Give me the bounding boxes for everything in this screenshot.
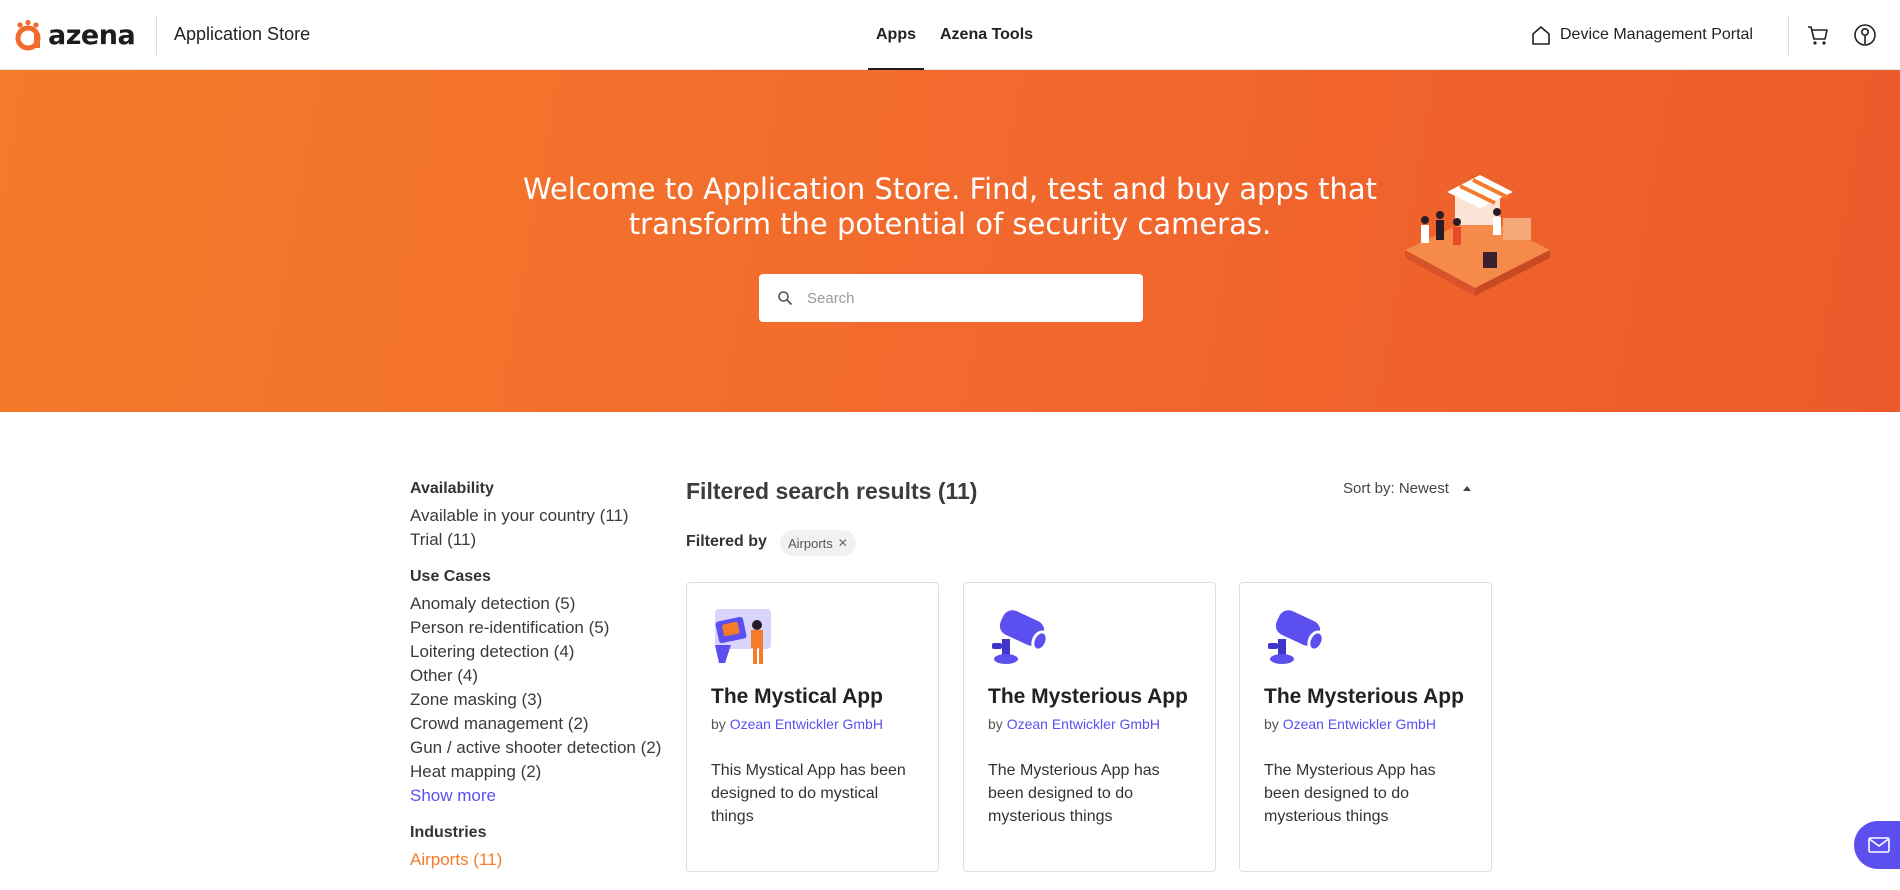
use-cases-heading: Use Cases (410, 568, 491, 585)
user-account-button[interactable] (1853, 23, 1877, 47)
app-title: The Mysterious App (988, 685, 1188, 708)
search-icon (778, 291, 793, 306)
filter-item[interactable]: Crowd management (2) (410, 712, 680, 736)
azena-logo[interactable]: azena (14, 18, 136, 52)
azena-logo-icon (15, 19, 41, 51)
by-label: by (711, 716, 726, 732)
filter-item[interactable]: Person re-identification (5) (410, 616, 680, 640)
app-developer: by Ozean Entwickler GmbH (988, 716, 1160, 732)
filter-item[interactable]: Gun / active shooter detection (2) (410, 736, 680, 760)
hero-banner: Welcome to Application Store. Find, test… (0, 70, 1900, 412)
tab-azena-tools[interactable]: Azena Tools (932, 0, 1041, 70)
app-card[interactable]: The Mystical App by Ozean Entwickler Gmb… (686, 582, 939, 872)
filter-item[interactable]: Trial (11) (410, 528, 680, 552)
hero-search-box[interactable] (759, 274, 1143, 322)
by-label: by (988, 716, 1003, 732)
marketplace-illustration (1405, 175, 1550, 296)
home-icon (1532, 26, 1550, 45)
close-icon[interactable]: ✕ (838, 536, 848, 550)
by-label: by (1264, 716, 1279, 732)
security-camera-icon (992, 610, 1049, 664)
app-card[interactable]: The Mysterious App by Ozean Entwickler G… (1239, 582, 1492, 872)
app-developer: by Ozean Entwickler GmbH (1264, 716, 1436, 732)
filter-item[interactable]: Zone masking (3) (410, 688, 680, 712)
app-title: Application Store (174, 24, 311, 44)
industries-filter-group: Industries Airports (11) (410, 824, 680, 872)
availability-filter-group: Availability Available in your country (… (410, 480, 680, 552)
sort-dropdown[interactable]: Sort by: Newest (1343, 480, 1471, 497)
top-header: azena Application Store Apps Azena Tools… (0, 0, 1900, 70)
filter-item-airports-selected[interactable]: Airports (11) (410, 848, 680, 872)
developer-link[interactable]: Ozean Entwickler GmbH (730, 716, 883, 732)
portal-label: Device Management Portal (1560, 26, 1753, 43)
app-title: The Mysterious App (1264, 685, 1464, 708)
app-description: This Mystical App has been designed to d… (711, 762, 906, 825)
filter-chip-label: Airports (788, 535, 833, 551)
security-camera-icon (1268, 610, 1325, 664)
filter-item[interactable]: Anomaly detection (5) (410, 592, 680, 616)
search-input[interactable] (807, 289, 1107, 307)
caret-up-icon (1462, 486, 1471, 491)
sort-label: Sort by: Newest (1343, 480, 1449, 497)
app-card[interactable]: The Mysterious App by Ozean Entwickler G… (963, 582, 1216, 872)
mail-icon (1868, 837, 1890, 853)
mystical-app-icon (715, 609, 771, 664)
app-title: The Mystical App (711, 685, 883, 708)
developer-link[interactable]: Ozean Entwickler GmbH (1283, 716, 1436, 732)
show-more-link[interactable]: Show more (410, 784, 680, 808)
header-divider-right (1788, 15, 1789, 55)
cart-icon (1808, 26, 1828, 45)
filter-item[interactable]: Loitering detection (4) (410, 640, 680, 664)
contact-mail-button[interactable] (1854, 821, 1900, 869)
app-description: The Mysterious App has been designed to … (988, 762, 1160, 825)
availability-heading: Availability (410, 480, 494, 497)
app-description: The Mysterious App has been designed to … (1264, 762, 1436, 825)
industries-heading: Industries (410, 824, 487, 841)
hero-title: Welcome to Application Store. Find, test… (522, 172, 1378, 241)
cart-button[interactable] (1806, 23, 1830, 47)
main-nav: Apps Azena Tools (868, 0, 1049, 70)
filtered-by-label: Filtered by (686, 533, 767, 550)
filter-sidebar: Availability Available in your country (… (410, 480, 680, 888)
results-title: Filtered search results (11) (686, 478, 978, 504)
tab-apps[interactable]: Apps (868, 0, 924, 70)
user-circle-icon (1854, 24, 1876, 46)
use-cases-filter-group: Use Cases Anomaly detection (5) Person r… (410, 568, 680, 808)
device-management-portal-link[interactable]: Device Management Portal (1530, 22, 1753, 48)
filter-item[interactable]: Available in your country (11) (410, 504, 680, 528)
filter-item[interactable]: Other (4) (410, 664, 680, 688)
logo-text: azena (48, 19, 136, 51)
developer-link[interactable]: Ozean Entwickler GmbH (1007, 716, 1160, 732)
filter-chip-airports[interactable]: Airports ✕ (780, 530, 856, 556)
filter-item[interactable]: Heat mapping (2) (410, 760, 680, 784)
header-divider (156, 15, 157, 55)
app-developer: by Ozean Entwickler GmbH (711, 716, 883, 732)
